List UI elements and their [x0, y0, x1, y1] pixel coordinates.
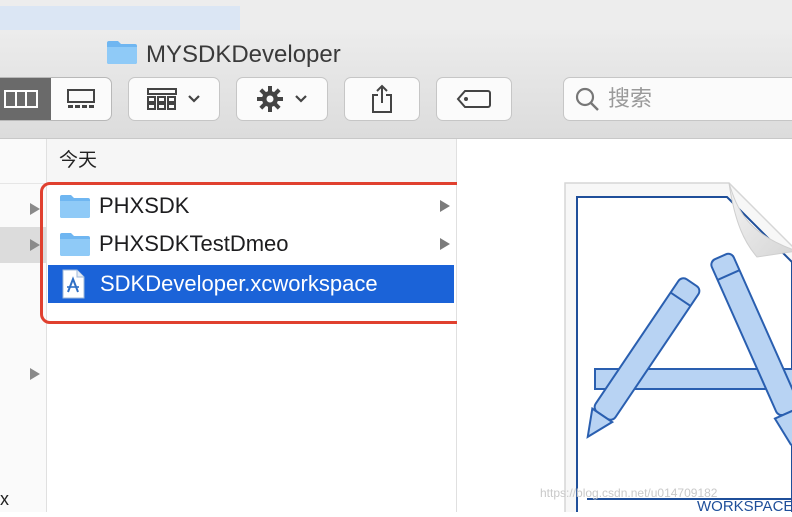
disclosure-arrow-icon — [440, 238, 450, 250]
folder-icon — [59, 192, 91, 220]
action-menu-button[interactable] — [236, 77, 328, 121]
parent-row[interactable] — [0, 191, 46, 227]
disclosure-arrow-icon — [440, 200, 450, 212]
watermark-text: https://blog.csdn.net/u014709182 — [540, 486, 718, 500]
top-tab-strip — [0, 0, 792, 31]
window-title: MYSDKDeveloper — [106, 38, 341, 72]
disclosure-arrow-icon — [30, 239, 40, 251]
disclosure-arrow-icon — [30, 203, 40, 215]
folder-icon — [106, 39, 138, 72]
chevron-down-icon — [188, 95, 200, 103]
list-item-label: PHXSDKTestDmeo — [99, 231, 289, 256]
search-input[interactable] — [606, 85, 790, 113]
search-icon — [575, 87, 599, 111]
parent-column: x — [0, 139, 47, 512]
parent-row-selected[interactable] — [0, 227, 46, 263]
tag-icon — [456, 90, 491, 108]
chevron-down-icon — [295, 95, 307, 103]
column-group-header: 今天 — [47, 139, 456, 184]
share-button[interactable] — [344, 77, 420, 121]
parent-row[interactable] — [0, 356, 46, 392]
preview-workspace-label: WORKSPACE — [697, 498, 792, 512]
truncated-item-text: x — [0, 489, 9, 509]
list-item-phxsdktestdmeo[interactable]: PHXSDKTestDmeo — [47, 225, 456, 263]
column-view-button[interactable] — [0, 78, 51, 120]
disclosure-arrow-icon — [30, 368, 40, 380]
preview-pane: WORKSPACE — [457, 139, 792, 517]
share-icon — [372, 84, 392, 113]
group-by-button[interactable] — [128, 77, 220, 121]
column-view-icon — [4, 90, 38, 108]
gallery-view-icon — [67, 89, 95, 108]
window-title-text: MYSDKDeveloper — [146, 41, 341, 68]
list-item-phxsdk[interactable]: PHXSDK — [47, 187, 456, 225]
file-column: 今天 PHXSDK PHXSDKTestDmeo SDKDeveloper.xc… — [47, 139, 457, 512]
grid-icon — [147, 88, 177, 110]
search-field[interactable] — [563, 77, 792, 121]
finder-toolbar: MYSDKDeveloper — [0, 30, 792, 139]
folder-icon — [59, 230, 91, 258]
view-mode-segmented-control — [0, 77, 112, 121]
parent-column-header — [0, 139, 46, 184]
tag-button[interactable] — [436, 77, 512, 121]
list-item-label: SDKDeveloper.xcworkspace — [100, 271, 378, 296]
gear-icon — [257, 86, 283, 112]
xcworkspace-file-icon — [60, 269, 92, 299]
list-item-label: PHXSDK — [99, 193, 190, 218]
list-item-sdkdeveloper-workspace[interactable]: SDKDeveloper.xcworkspace — [48, 265, 454, 303]
xcworkspace-preview-icon: WORKSPACE — [564, 182, 792, 517]
gallery-view-button[interactable] — [51, 78, 111, 120]
background-tab[interactable] — [0, 6, 240, 30]
